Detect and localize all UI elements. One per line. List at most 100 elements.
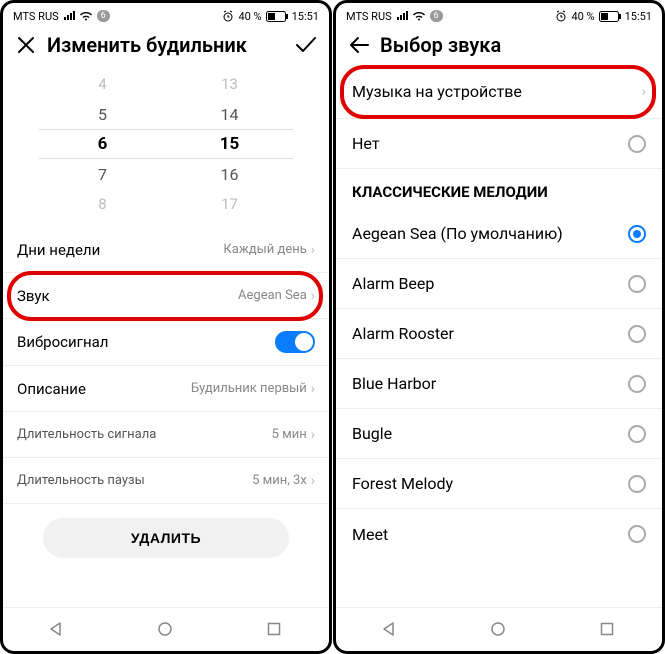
row-value: 5 мин, 3x — [252, 473, 307, 488]
row-label: Длительность сигнала — [17, 427, 272, 442]
row-label: Нет — [352, 134, 628, 153]
row-label: Alarm Beep — [352, 274, 628, 293]
row-label: Bugle — [352, 424, 628, 443]
row-label: Aegean Sea (По умолчанию) — [352, 224, 628, 243]
chevron-right-icon: › — [311, 288, 315, 304]
picker-value: 17 — [221, 189, 238, 219]
picker-value: 14 — [221, 99, 239, 129]
title-bar-left: Изменить будильник — [3, 27, 329, 65]
delete-button[interactable]: УДАЛИТЬ — [43, 518, 289, 558]
radio-off-icon[interactable] — [628, 275, 646, 293]
battery-icon — [266, 11, 288, 22]
row-value: 5 мин — [272, 427, 307, 442]
row-device-music[interactable]: Музыка на устройстве › — [336, 65, 662, 119]
title-bar-right: Выбор звука — [336, 27, 662, 65]
row-vibro[interactable]: Вибросигнал — [3, 319, 329, 366]
row-label: Alarm Rooster — [352, 324, 628, 343]
row-label: Meet — [352, 525, 628, 544]
picker-value: 7 — [98, 159, 107, 189]
vibro-toggle[interactable] — [275, 331, 315, 353]
minutes-column[interactable]: 13 14 15 16 17 — [166, 69, 293, 219]
picker-value: 5 — [98, 99, 107, 129]
picker-value: 8 — [98, 189, 106, 219]
picker-value: 6 — [39, 129, 166, 159]
row-sound[interactable]: Звук Aegean Sea › — [3, 273, 329, 319]
sound-item-alarm-rooster[interactable]: Alarm Rooster — [336, 309, 662, 359]
row-label: Forest Melody — [352, 474, 628, 493]
radio-off-icon[interactable] — [628, 325, 646, 343]
battery-pct: 40 % — [238, 10, 261, 23]
nav-back-icon[interactable] — [381, 621, 399, 639]
row-label: Дни недели — [17, 241, 223, 259]
alarm-icon — [555, 10, 567, 22]
row-label: Вибросигнал — [17, 333, 275, 351]
chevron-right-icon: › — [642, 84, 646, 100]
radio-off-icon[interactable] — [628, 525, 646, 543]
time-picker[interactable]: 4 5 6 7 8 13 14 15 16 17 — [3, 65, 329, 227]
chevron-right-icon: › — [311, 473, 315, 489]
nav-bar — [336, 607, 662, 651]
section-classic: КЛАССИЧЕСКИЕ МЕЛОДИИ — [336, 169, 662, 209]
row-value: Каждый день — [223, 242, 306, 257]
phone-right: MTS RUS 6 40 % 15:51 — [333, 0, 665, 654]
sound-item-forest-melody[interactable]: Forest Melody — [336, 459, 662, 509]
row-none[interactable]: Нет — [336, 119, 662, 169]
radio-off-icon[interactable] — [628, 135, 646, 153]
sound-item-aegean-sea[interactable]: Aegean Sea (По умолчанию) — [336, 209, 662, 259]
nav-home-icon[interactable] — [157, 621, 175, 639]
radio-off-icon[interactable] — [628, 375, 646, 393]
row-label: Звук — [17, 287, 238, 305]
chevron-right-icon: › — [311, 242, 315, 258]
carrier-label: MTS RUS — [13, 10, 59, 23]
status-bar: MTS RUS 6 40 % 15:51 — [3, 3, 329, 27]
battery-icon — [599, 11, 621, 22]
nav-home-icon[interactable] — [490, 621, 508, 639]
sound-item-meet[interactable]: Meet — [336, 509, 662, 559]
sound-item-bugle[interactable]: Bugle — [336, 409, 662, 459]
row-value: Aegean Sea — [238, 288, 307, 303]
back-icon[interactable] — [348, 34, 370, 56]
picker-value: 13 — [221, 69, 238, 99]
close-icon[interactable] — [15, 34, 37, 56]
picker-value: 16 — [221, 159, 239, 189]
chevron-right-icon: › — [311, 381, 315, 397]
nav-recent-icon[interactable] — [266, 621, 284, 639]
signal-icon — [396, 11, 408, 21]
radio-off-icon[interactable] — [628, 475, 646, 493]
status-bar: MTS RUS 6 40 % 15:51 — [336, 3, 662, 27]
radio-on-icon[interactable] — [628, 225, 646, 243]
clock-label: 15:51 — [292, 10, 319, 23]
nav-back-icon[interactable] — [48, 621, 66, 639]
battery-pct: 40 % — [571, 10, 594, 23]
wifi-icon — [79, 11, 93, 21]
chevron-right-icon: › — [311, 427, 315, 443]
row-label: Blue Harbor — [352, 374, 628, 393]
notif-badge: 6 — [97, 10, 110, 22]
hours-column[interactable]: 4 5 6 7 8 — [39, 69, 166, 219]
sound-item-alarm-beep[interactable]: Alarm Beep — [336, 259, 662, 309]
row-pause-length[interactable]: Длительность паузы 5 мин, 3x › — [3, 458, 329, 504]
check-icon[interactable] — [295, 34, 317, 56]
row-days[interactable]: Дни недели Каждый день › — [3, 227, 329, 273]
radio-off-icon[interactable] — [628, 425, 646, 443]
sound-item-blue-harbor[interactable]: Blue Harbor — [336, 359, 662, 409]
page-title-right: Выбор звука — [380, 33, 650, 57]
clock-label: 15:51 — [625, 10, 652, 23]
row-label: Длительность паузы — [17, 473, 252, 488]
notif-badge: 6 — [430, 10, 443, 22]
alarm-icon — [222, 10, 234, 22]
row-description[interactable]: Описание Будильник первый › — [3, 366, 329, 412]
picker-value: 4 — [98, 69, 106, 99]
row-label: Музыка на устройстве — [352, 82, 642, 101]
wifi-icon — [412, 11, 426, 21]
nav-recent-icon[interactable] — [599, 621, 617, 639]
phone-left: MTS RUS 6 40 % 15:51 — [0, 0, 332, 654]
row-label: Описание — [17, 380, 191, 398]
nav-bar — [3, 607, 329, 651]
row-signal-length[interactable]: Длительность сигнала 5 мин › — [3, 412, 329, 458]
signal-icon — [63, 11, 75, 21]
carrier-label: MTS RUS — [346, 10, 392, 23]
picker-value: 15 — [166, 129, 293, 159]
page-title-left: Изменить будильник — [47, 33, 285, 57]
row-value: Будильник первый — [191, 381, 307, 396]
